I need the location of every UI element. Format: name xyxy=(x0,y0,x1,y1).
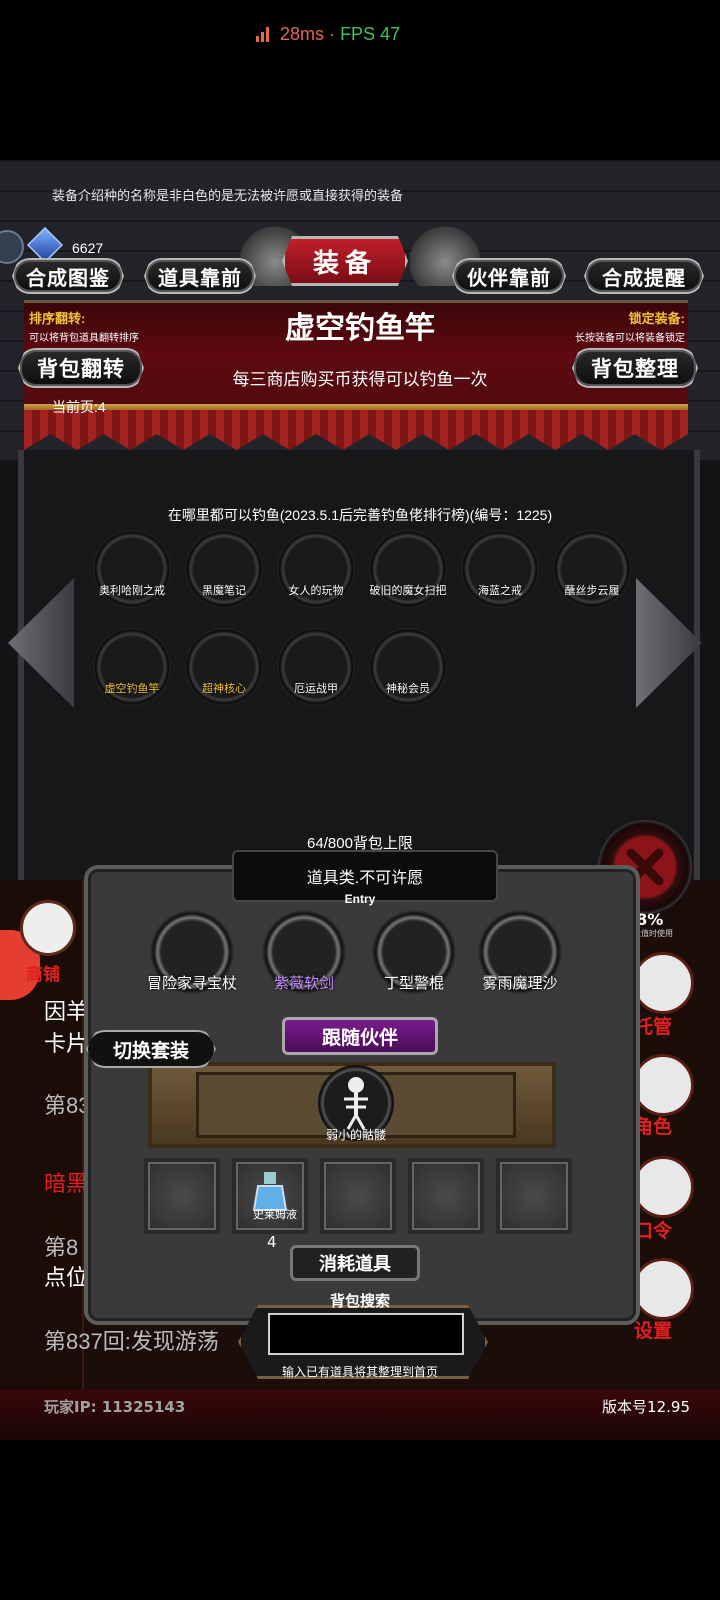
sort-bag-button[interactable]: 背包整理 xyxy=(572,348,698,388)
tab-items-first[interactable]: 道具靠前 xyxy=(144,258,256,294)
set-item-label: 厄运战甲 xyxy=(294,683,338,695)
consumable-slot[interactable] xyxy=(144,1158,220,1234)
consumable-slot[interactable] xyxy=(408,1158,484,1234)
consumable-slot[interactable] xyxy=(320,1158,396,1234)
tab-equipment[interactable]: 装备 xyxy=(282,236,408,286)
log-line: 第837回:发现游荡 xyxy=(44,1329,219,1354)
set-item-label: 奥利哈刚之戒 xyxy=(99,585,165,597)
set-item-label: 蘸丝步云履 xyxy=(564,585,620,597)
ping-text: 28ms xyxy=(280,24,325,44)
flip-bag-button[interactable]: 背包翻转 xyxy=(18,348,144,388)
weapon-label: 丁型警棍 xyxy=(383,975,444,992)
log-line: 卡片 xyxy=(44,1031,89,1056)
consumable-slot[interactable] xyxy=(496,1158,572,1234)
version-label: 版本号12.95 xyxy=(602,1398,690,1416)
character-icon[interactable] xyxy=(632,1054,694,1116)
weapon-label: 冒险家寻宝杖 xyxy=(146,975,237,992)
consumable-quantity: 4 xyxy=(267,1233,277,1251)
dice-icon[interactable] xyxy=(632,952,694,1014)
consumable-name: 史莱姆液 xyxy=(253,1208,297,1221)
shop-icon[interactable] xyxy=(20,900,76,956)
consumable-slot[interactable] xyxy=(232,1158,308,1234)
status-bar: 28ms · FPS 47 xyxy=(0,0,720,160)
tab-synthesis-reminder[interactable]: 合成提醒 xyxy=(584,258,704,294)
item-name: 虚空钓鱼竿 xyxy=(285,312,435,345)
weapon-label: 紫薇软剑 xyxy=(273,975,334,992)
player-ip: 玩家IP: 11325143 xyxy=(44,1398,186,1416)
set-item-label: 黑魔笔记 xyxy=(202,585,246,597)
set-item-label: 超神核心 xyxy=(202,683,246,695)
pet-name: 弱小的骷髅 xyxy=(325,1128,386,1142)
set-item-label: 虚空钓鱼竿 xyxy=(104,683,160,695)
fps-text: FPS 47 xyxy=(340,24,401,44)
current-page: 当前页:4 xyxy=(52,399,106,415)
set-item-label: 神秘会员 xyxy=(386,683,430,695)
switch-set-button[interactable]: 切换套装 xyxy=(86,1030,216,1068)
entry-label: Entry xyxy=(344,892,376,906)
currency-value: 6627 xyxy=(72,240,104,256)
search-label: 背包搜索 xyxy=(329,1292,390,1310)
network-info: 28ms · FPS 47 xyxy=(255,24,400,45)
set-item-label: 破旧的魔女扫把 xyxy=(369,585,447,597)
consume-item-button[interactable]: 消耗道具 xyxy=(290,1245,420,1281)
set-item-label: 女人的玩物 xyxy=(288,585,344,597)
search-hint: 输入已有道具将其整理到首页 xyxy=(281,1365,438,1379)
game-screen: 装备介绍种的名称是非白色的是无法被许愿或直接获得的装备 6627 合成图鉴 道具… xyxy=(0,160,720,1440)
header-tip: 装备介绍种的名称是非白色的是无法被许愿或直接获得的装备 xyxy=(52,188,404,203)
log-line: 第8 xyxy=(44,1235,79,1260)
code-icon[interactable] xyxy=(632,1156,694,1218)
set-item-label: 海蓝之戒 xyxy=(478,585,522,597)
separator: · xyxy=(329,24,336,44)
log-line: 因羊 xyxy=(44,999,89,1024)
set-title: 在哪里都可以钓鱼(2023.5.1后完善钓鱼佬排行榜)(编号：1225) xyxy=(167,507,553,523)
log-line: 点位 xyxy=(44,1265,89,1290)
tab-partners-first[interactable]: 伙伴靠前 xyxy=(452,258,566,294)
log-line: 暗黑 xyxy=(44,1171,89,1196)
signal-icon xyxy=(256,27,269,42)
settings-label[interactable]: 设置 xyxy=(634,1316,672,1343)
search-input[interactable] xyxy=(268,1313,464,1355)
weapon-label: 雾雨魔理沙 xyxy=(482,975,558,992)
shop-label[interactable]: 商铺 xyxy=(26,960,60,985)
tab-synthesis-catalog[interactable]: 合成图鉴 xyxy=(12,258,124,294)
follow-partner-button[interactable]: 跟随伙伴 xyxy=(282,1017,438,1055)
